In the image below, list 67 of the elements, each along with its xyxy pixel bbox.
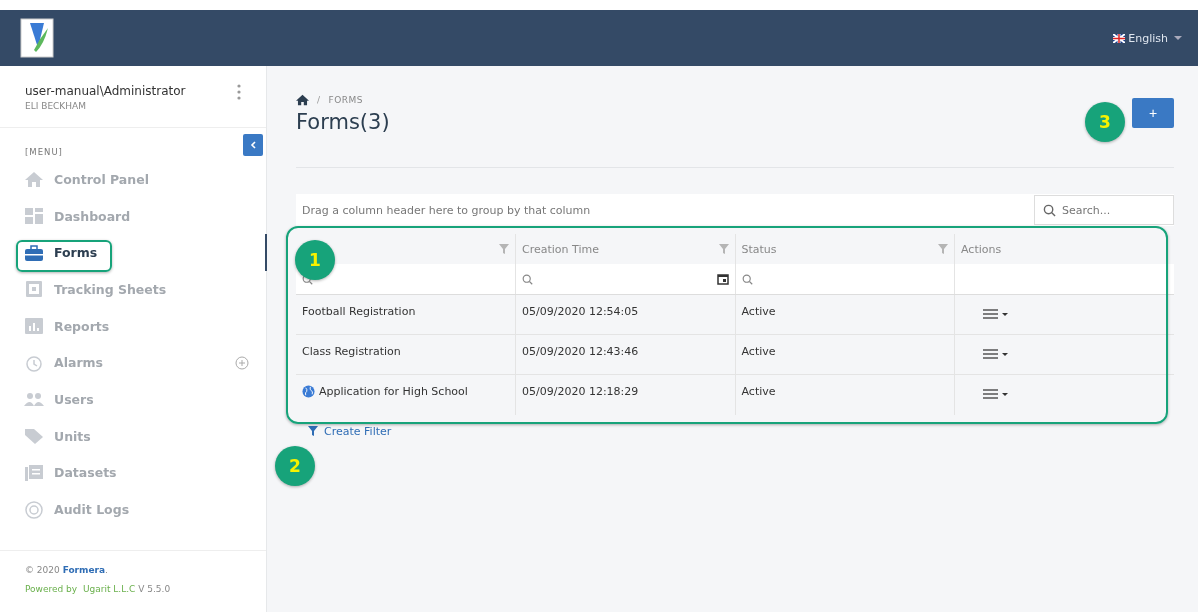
table-cell: 05/09/2020 12:18:29 [515, 374, 735, 415]
menu-item[interactable]: Audit Logs [24, 500, 130, 519]
track-icon [24, 280, 44, 299]
menu-item[interactable]: Units [24, 427, 91, 446]
menu-label: [MENU] [25, 147, 63, 157]
column-header[interactable]: Creation Time [522, 242, 599, 256]
table-cell: Class Registration [296, 334, 516, 375]
menu-item[interactable]: Users [24, 390, 94, 409]
breadcrumb-separator: / [317, 95, 321, 105]
column-header[interactable]: Actions [961, 242, 1002, 256]
filter-field[interactable] [735, 264, 955, 295]
chevron-left-icon [250, 141, 256, 149]
breadcrumb-item: FORMS [328, 95, 364, 105]
table-cell: Football Registration [296, 294, 516, 335]
funnel-icon [308, 426, 318, 436]
clock-icon [24, 353, 44, 372]
flag-icon [1113, 33, 1126, 43]
home-icon [24, 170, 44, 189]
search-icon [1043, 203, 1056, 217]
list-icon [24, 463, 44, 482]
search-box[interactable]: Search... [1034, 195, 1174, 225]
calendar-icon[interactable] [716, 273, 729, 285]
menu-item[interactable]: Reports [24, 317, 110, 336]
table-cell: 05/09/2020 12:54:05 [515, 294, 735, 335]
language-dropdown[interactable]: English [1113, 31, 1182, 45]
filter-icon[interactable] [938, 244, 948, 254]
logo-icon[interactable] [20, 18, 54, 58]
globe-icon [302, 385, 315, 398]
copyright-text: © 2020 Formera. [25, 565, 109, 575]
menu-item[interactable]: Control Panel [24, 170, 149, 189]
column-header[interactable]: Status [741, 242, 777, 256]
menu-item[interactable]: Dashboard [24, 207, 131, 226]
grid-icon [24, 207, 44, 226]
search-icon [522, 273, 533, 285]
table-cell: Application for High School [296, 374, 516, 415]
page-title: Forms(3) [296, 110, 390, 134]
create-filter-link[interactable]: Create Filter [308, 424, 392, 438]
bars-icon [24, 317, 44, 336]
menu-item[interactable]: Datasets [24, 463, 117, 482]
search-icon [741, 273, 753, 285]
actions-menu-button[interactable] [983, 349, 1009, 359]
search-field[interactable]: Search... [1062, 197, 1165, 223]
more-icon[interactable] [237, 84, 241, 100]
collapse-button[interactable] [243, 134, 263, 156]
user-name: ELI BECKHAM [25, 101, 87, 111]
home-icon[interactable] [296, 94, 309, 106]
menu-item[interactable]: Alarms [24, 353, 104, 372]
powered-by-text: Powered by Ugarit L.L.C V 5.5.0 [25, 584, 172, 594]
filter-icon[interactable] [718, 244, 729, 254]
account-name: user-manual\Administrator [25, 84, 186, 98]
add-button[interactable]: + [1132, 98, 1174, 128]
add-icon[interactable] [235, 355, 249, 370]
radar-icon [24, 500, 44, 519]
actions-menu-button[interactable] [983, 309, 1009, 319]
menu-item[interactable]: Forms [24, 243, 98, 262]
table-cell: Active [735, 294, 955, 335]
table-cell: Active [735, 374, 955, 415]
table-cell: 05/09/2020 12:43:46 [515, 334, 735, 375]
actions-menu-button[interactable] [983, 389, 1009, 399]
case-icon [24, 243, 44, 262]
tag-icon [24, 427, 44, 446]
menu-item[interactable]: Tracking Sheets [24, 280, 167, 299]
group-hint: Drag a column header here to group by that column [302, 203, 591, 217]
users-icon [24, 390, 44, 409]
filter-field[interactable] [515, 264, 735, 295]
table-cell: Active [735, 334, 955, 375]
filter-icon[interactable] [499, 244, 509, 254]
